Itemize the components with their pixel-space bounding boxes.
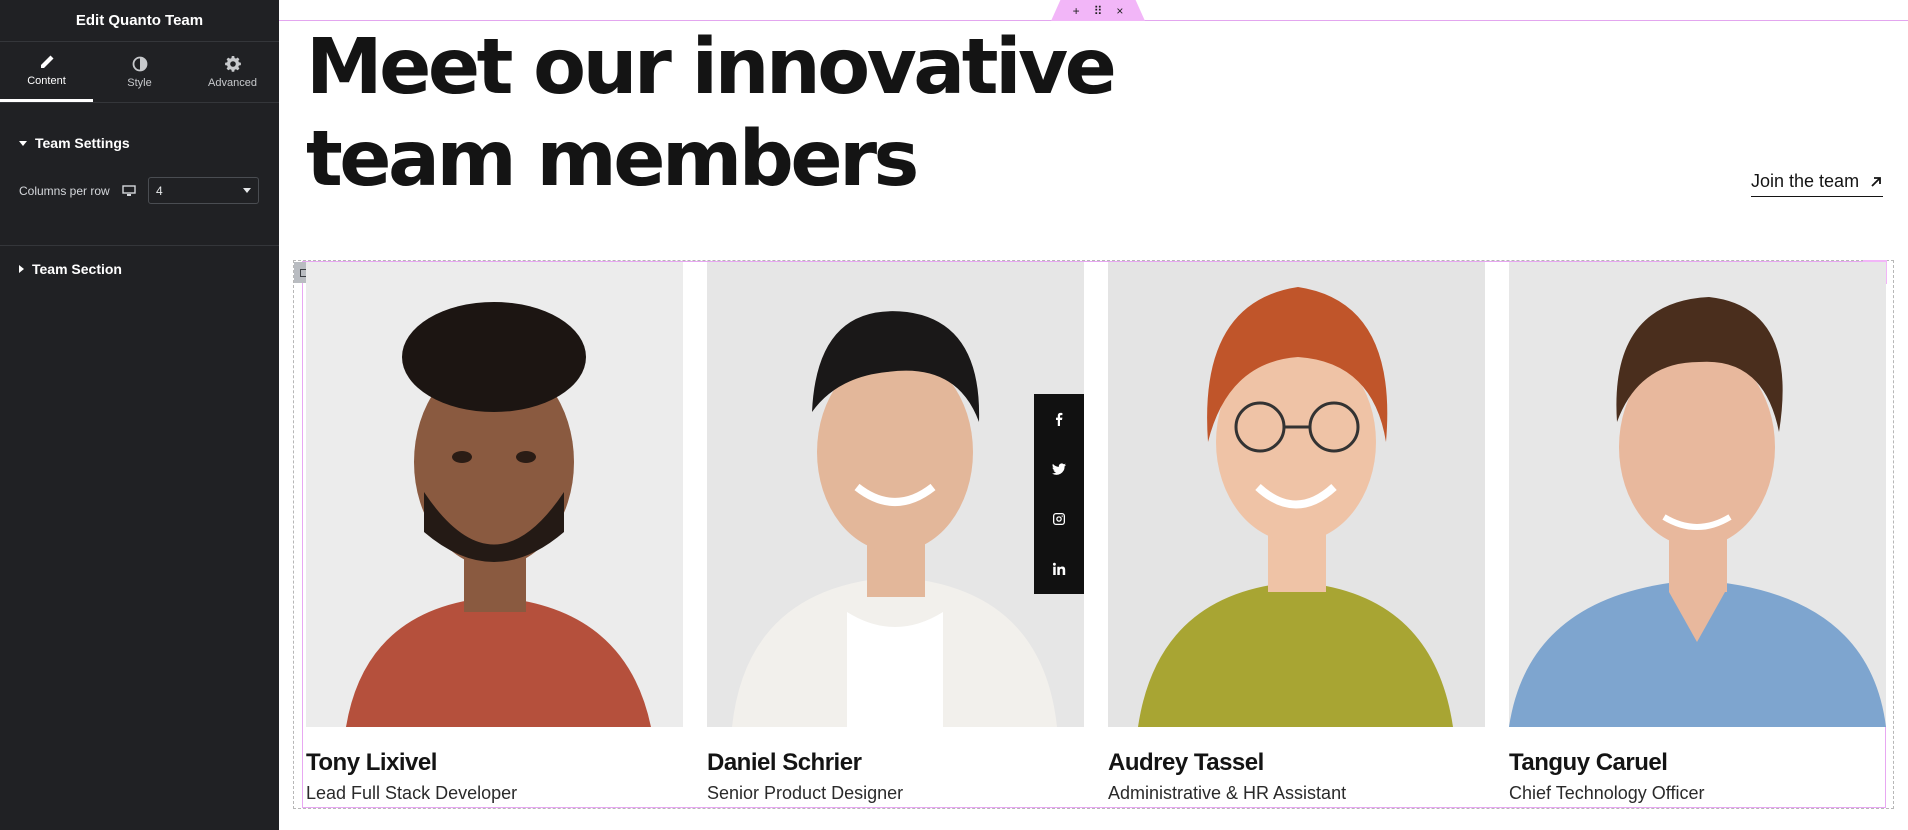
page-canvas: + ⠿ × Meet our innovative team members J… bbox=[279, 0, 1908, 830]
desktop-icon[interactable] bbox=[122, 184, 136, 197]
instagram-link[interactable] bbox=[1034, 494, 1084, 544]
member-role: Lead Full Stack Developer bbox=[306, 783, 518, 803]
twitter-icon bbox=[1052, 463, 1066, 475]
columns-select-value: 4 bbox=[156, 183, 163, 198]
tab-style[interactable]: Style bbox=[93, 42, 186, 102]
team-settings-title: Team Settings bbox=[35, 135, 130, 151]
linkedin-icon bbox=[1052, 562, 1066, 575]
panel-title: Edit Quanto Team bbox=[0, 0, 279, 42]
arrow-up-right-icon bbox=[1871, 176, 1881, 187]
member-role: Chief Technology Officer bbox=[1509, 783, 1705, 803]
add-section-icon[interactable]: + bbox=[1073, 5, 1080, 17]
pencil-icon bbox=[40, 55, 53, 68]
caret-down-icon bbox=[19, 140, 27, 146]
page-headline: Meet our innovative team members bbox=[306, 22, 1126, 206]
team-member-card[interactable]: Audrey Tassel Administrative & HR Assist… bbox=[1108, 262, 1485, 804]
tab-advanced-label: Advanced bbox=[208, 76, 257, 89]
member-role: Administrative & HR Assistant bbox=[1108, 783, 1347, 803]
headline-line-2: team members bbox=[306, 115, 919, 204]
tab-style-label: Style bbox=[127, 76, 152, 89]
tab-advanced[interactable]: Advanced bbox=[186, 42, 279, 102]
tab-content-label: Content bbox=[27, 75, 66, 87]
editor-panel: Edit Quanto Team Content Style Advanced … bbox=[0, 0, 279, 830]
facebook-icon bbox=[1056, 412, 1063, 426]
member-role: Senior Product Designer bbox=[707, 783, 904, 803]
team-section-title: Team Section bbox=[32, 261, 122, 277]
columns-per-row-control: Columns per row 4 bbox=[19, 177, 259, 204]
facebook-link[interactable] bbox=[1034, 394, 1084, 444]
team-settings-section-toggle[interactable]: Team Settings bbox=[0, 133, 149, 153]
tab-content[interactable]: Content bbox=[0, 42, 93, 102]
social-links bbox=[1034, 394, 1084, 594]
section-toolbar: + ⠿ × bbox=[1051, 0, 1145, 21]
caret-right-icon bbox=[19, 265, 24, 273]
member-photo bbox=[306, 262, 683, 727]
linkedin-link[interactable] bbox=[1034, 544, 1084, 594]
join-team-link[interactable]: Join the team bbox=[1751, 171, 1884, 197]
member-photo bbox=[1509, 262, 1886, 727]
join-team-label: Join the team bbox=[1751, 171, 1860, 191]
team-member-card[interactable]: Daniel Schrier Senior Product Designer bbox=[707, 262, 1084, 804]
member-name: Daniel Schrier bbox=[707, 749, 862, 776]
team-member-card[interactable]: Tony Lixivel Lead Full Stack Developer bbox=[306, 262, 683, 804]
divider bbox=[0, 245, 279, 246]
columns-select[interactable]: 4 bbox=[148, 177, 259, 204]
close-icon[interactable]: × bbox=[1116, 5, 1123, 17]
gear-icon bbox=[224, 55, 241, 72]
columns-per-row-label: Columns per row bbox=[19, 183, 110, 198]
drag-handle-icon[interactable]: ⠿ bbox=[1094, 5, 1103, 17]
member-name: Tanguy Caruel bbox=[1509, 749, 1668, 776]
team-member-card[interactable]: Tanguy Caruel Chief Technology Officer bbox=[1509, 262, 1886, 804]
twitter-link[interactable] bbox=[1034, 444, 1084, 494]
member-photo bbox=[1108, 262, 1485, 727]
member-name: Audrey Tassel bbox=[1108, 749, 1264, 776]
member-photo bbox=[707, 262, 1084, 727]
member-name: Tony Lixivel bbox=[306, 749, 437, 776]
panel-tabs: Content Style Advanced bbox=[0, 42, 279, 103]
headline-line-1: Meet our innovative bbox=[306, 23, 1117, 112]
instagram-icon bbox=[1053, 513, 1065, 525]
chevron-down-icon bbox=[243, 188, 251, 193]
half-circle-icon bbox=[132, 56, 147, 71]
team-section-toggle[interactable]: Team Section bbox=[0, 259, 141, 279]
